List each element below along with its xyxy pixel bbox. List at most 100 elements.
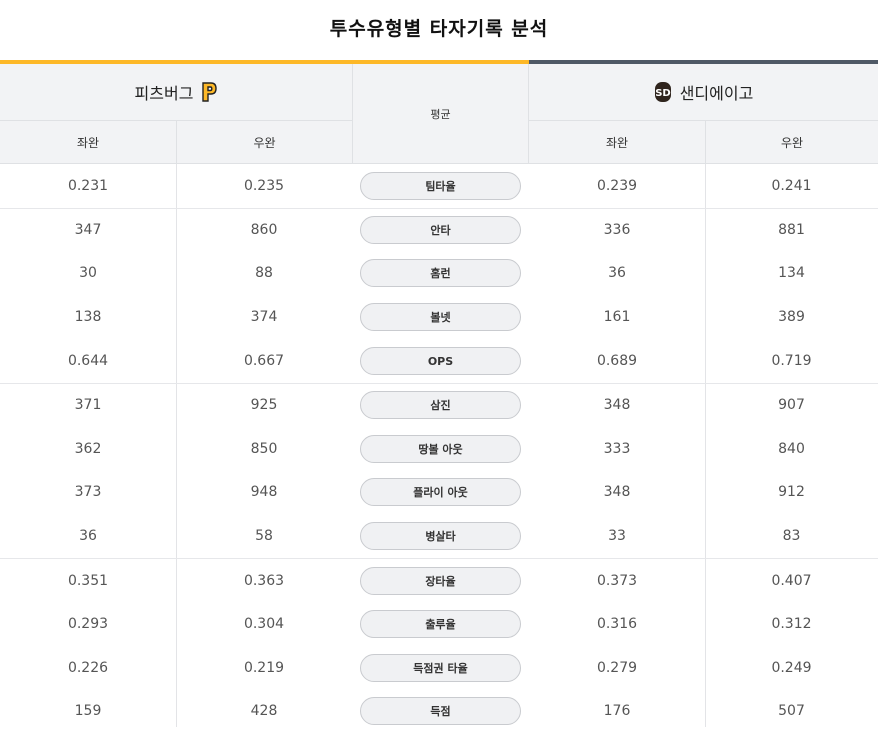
san-diego-rhp-value: 0.719 — [771, 353, 812, 370]
stat-label-cell: 출루율 — [352, 602, 529, 646]
stat-label-pill: 볼넷 — [360, 303, 521, 332]
san-diego-lhp-value: 36 — [608, 265, 626, 282]
team-pittsburgh-header: 피츠버그 — [0, 64, 352, 121]
stat-label-pill: 팀타율 — [360, 171, 521, 200]
stat-label-pill: 플라이 아웃 — [360, 478, 521, 507]
stat-label-pill: 병살타 — [360, 522, 521, 551]
san-diego-rhp-value: 840 — [778, 440, 805, 457]
table-row: 159 428 176 507 득점 — [0, 690, 878, 733]
pittsburgh-rhp-value: 88 — [255, 265, 273, 282]
page-title: 투수유형별 타자기록 분석 — [329, 18, 549, 40]
stat-label-cell: 볼넷 — [352, 295, 529, 339]
stat-label-cell: 득점 — [352, 690, 529, 733]
stat-label-pill: 땅볼 아웃 — [360, 434, 521, 463]
table-row: 0.226 0.219 0.279 0.249 득점권 타율 — [0, 646, 878, 690]
stat-label-pill: 장타율 — [360, 566, 521, 595]
stat-label-pill: 득점권 타율 — [360, 653, 521, 682]
table-row: 373 948 348 912 플라이 아웃 — [0, 471, 878, 515]
pittsburgh-rhp-value: 0.304 — [243, 615, 285, 632]
table-row: 347 860 336 881 안타 — [0, 207, 878, 252]
stat-label-pill: 출루율 — [360, 609, 521, 638]
san-diego-lhp-value: 0.373 — [596, 572, 638, 589]
average-column-header: 평균 — [352, 64, 529, 164]
san-diego-rhp-value: 83 — [782, 528, 801, 545]
table-row: 138 374 161 389 볼넷 — [0, 295, 878, 339]
pittsburgh-lhp-value: 0.231 — [67, 177, 109, 194]
san-diego-rhp-value: 507 — [778, 703, 805, 720]
stat-label-cell: 홈런 — [352, 252, 529, 296]
pittsburgh-lhp-value: 347 — [74, 222, 102, 239]
san-diego-rhp-value: 0.312 — [771, 615, 812, 632]
table-row: 30 88 36 134 홈런 — [0, 252, 878, 296]
pittsburgh-lhp-value: 30 — [79, 265, 97, 282]
pittsburgh-lhp-value: 373 — [74, 484, 102, 501]
san-diego-lhp-value: 348 — [603, 397, 631, 414]
pittsburgh-rhp-value: 428 — [250, 703, 278, 720]
pittsburgh-p-logo-icon — [201, 82, 218, 102]
san-diego-lhp-value: 336 — [603, 222, 631, 239]
stat-label-cell: 장타율 — [352, 559, 529, 602]
san-diego-lhp-value: 0.279 — [596, 659, 638, 676]
pittsburgh-lhp-value: 0.226 — [67, 659, 109, 676]
stat-label-cell: 삼진 — [352, 384, 529, 427]
san-diego-rhp-value: 389 — [778, 309, 805, 326]
san-diego-rhp-value: 912 — [778, 484, 805, 501]
pittsburgh-rhp-value: 0.363 — [243, 572, 285, 589]
san-diego-lhp-value: 161 — [603, 309, 631, 326]
stat-label-cell: 땅볼 아웃 — [352, 427, 529, 471]
stats-table-body: 0.231 0.235 0.239 0.241 팀타율 347 860 336 881 안타 30 8… — [0, 164, 878, 733]
stat-label-cell: 플라이 아웃 — [352, 471, 529, 515]
pittsburgh-rhp-header: 우완 — [176, 121, 352, 164]
team-name-san-diego: 샌디에이고 — [679, 84, 754, 103]
san-diego-lhp-value: 0.239 — [596, 177, 638, 194]
stat-label-cell: 안타 — [352, 209, 529, 252]
stat-label-cell: 팀타율 — [352, 164, 529, 208]
team-name-pittsburgh: 피츠버그 — [134, 84, 194, 103]
pittsburgh-lhp-value: 0.644 — [67, 353, 109, 370]
table-row: 0.644 0.667 0.689 0.719 OPS — [0, 339, 878, 383]
san-diego-lhp-value: 33 — [608, 528, 626, 545]
pittsburgh-lhp-value: 159 — [74, 703, 102, 720]
svg-text:SD: SD — [655, 88, 671, 99]
table-header: 피츠버그 SD 샌디에이고 평균 좌완 우완 좌완 우완 — [0, 64, 878, 164]
pittsburgh-lhp-value: 362 — [74, 440, 102, 457]
san-diego-rhp-value: 134 — [778, 265, 805, 282]
pittsburgh-rhp-value: 0.235 — [243, 177, 285, 194]
pittsburgh-rhp-value: 58 — [255, 528, 273, 545]
san-diego-lhp-value: 0.689 — [596, 353, 638, 370]
table-row: 0.293 0.304 0.316 0.312 출루율 — [0, 602, 878, 646]
stat-label-cell: 득점권 타율 — [352, 646, 529, 690]
table-row: 36 58 33 83 병살타 — [0, 514, 878, 558]
pittsburgh-rhp-value: 860 — [250, 222, 278, 239]
table-row: 362 850 333 840 땅볼 아웃 — [0, 427, 878, 471]
san-diego-rhp-value: 0.249 — [771, 659, 812, 676]
table-row: 371 925 348 907 삼진 — [0, 382, 878, 427]
stat-label-cell: 병살타 — [352, 514, 529, 558]
pittsburgh-rhp-value: 850 — [250, 440, 278, 457]
san-diego-rhp-value: 881 — [778, 222, 805, 239]
pittsburgh-lhp-value: 36 — [79, 528, 97, 545]
stat-label-pill: 안타 — [360, 216, 521, 245]
pittsburgh-lhp-value: 0.293 — [67, 615, 109, 632]
stat-label-pill: 득점 — [360, 697, 521, 726]
san-diego-rhp-header: 우완 — [705, 121, 878, 164]
pittsburgh-lhp-value: 371 — [74, 397, 102, 414]
table-row: 0.231 0.235 0.239 0.241 팀타율 — [0, 164, 878, 208]
pittsburgh-lhp-header: 좌완 — [76, 136, 100, 150]
san-diego-rhp-value: 0.407 — [771, 572, 812, 589]
stat-label-cell: OPS — [352, 339, 529, 383]
san-diego-lhp-header: 좌완 — [605, 136, 629, 150]
san-diego-rhp-value: 0.241 — [771, 177, 812, 194]
san-diego-lhp-value: 0.316 — [596, 615, 638, 632]
san-diego-lhp-value: 176 — [603, 703, 631, 720]
pittsburgh-rhp-value: 948 — [250, 484, 278, 501]
san-diego-lhp-value: 348 — [603, 484, 631, 501]
san-diego-lhp-value: 333 — [603, 440, 631, 457]
san-diego-rhp-value: 907 — [778, 397, 805, 414]
pittsburgh-rhp-value: 374 — [250, 309, 278, 326]
pittsburgh-lhp-value: 138 — [74, 309, 102, 326]
table-row: 0.351 0.363 0.373 0.407 장타율 — [0, 558, 878, 602]
stat-label-pill: 삼진 — [360, 391, 521, 420]
pittsburgh-rhp-value: 0.667 — [243, 353, 285, 370]
pittsburgh-rhp-value: 0.219 — [243, 659, 285, 676]
